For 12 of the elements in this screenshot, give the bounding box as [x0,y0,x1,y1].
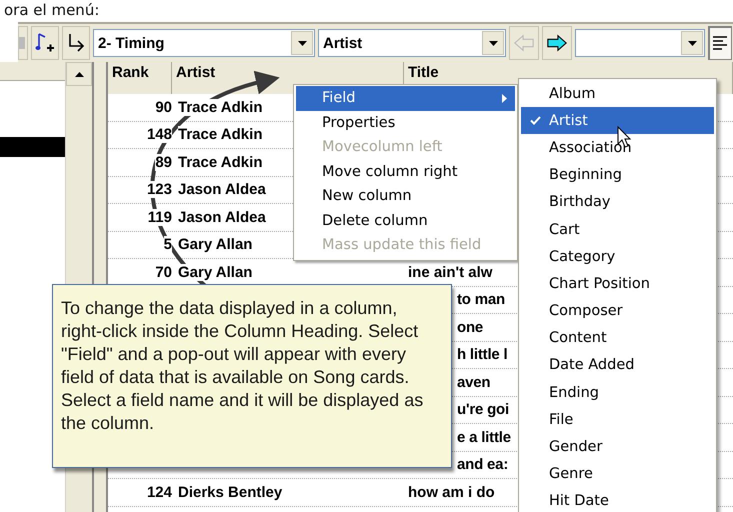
table-cell: 148 [146,126,172,144]
table-cell: Gary Allan [178,236,252,254]
table-cell: 119 [148,208,172,226]
table-cell: 5 [164,236,172,254]
callout-text: To change the data displayed in a column, right-click inside the Column Heading. Select "Field" and a pop-out will appear with every field of data that is available on Song cards. Select a field name and it will be displayed as the column. [61,297,424,435]
table-cell: 89 [155,154,172,171]
caption-text: ora el menú: [3,0,100,21]
table-cell: Gary Allan [178,264,252,281]
table-cell: u're goi [457,401,509,418]
table-cell: Trace Adkin [178,98,262,116]
table-cell: 123 [146,181,172,198]
table-cell: Dierks Bentley [178,484,282,501]
